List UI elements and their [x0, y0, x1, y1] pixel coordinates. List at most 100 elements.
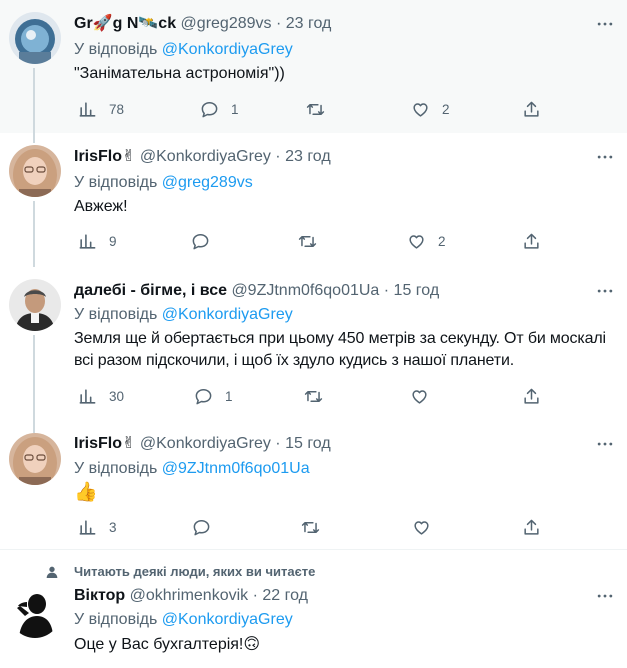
- avatar[interactable]: [9, 279, 61, 331]
- thread-line: [33, 201, 35, 267]
- like-button[interactable]: 2: [411, 98, 450, 120]
- reply-icon: [191, 232, 210, 251]
- like-count: 2: [438, 233, 446, 249]
- action-bar: 9 2: [74, 230, 554, 252]
- like-icon: [410, 387, 429, 406]
- author-name[interactable]: IrisFlo✌: [74, 435, 135, 452]
- timestamp[interactable]: 23 год: [286, 15, 332, 32]
- author-handle[interactable]: @greg289vs: [181, 15, 272, 32]
- author-name[interactable]: Gr🚀g N🛰️ck: [74, 15, 176, 32]
- reply-context: У відповідь @KonkordiyaGrey: [74, 305, 293, 325]
- author-handle[interactable]: @9ZJtnm0f6qo01Ua: [231, 282, 379, 299]
- author-name[interactable]: IrisFlo✌: [74, 148, 135, 165]
- separator: ·: [275, 148, 281, 165]
- tweet-header: далебі - бігме, і все @9ZJtnm0f6qo01Ua ·…: [74, 281, 439, 301]
- avatar[interactable]: [9, 145, 61, 197]
- author-handle[interactable]: @KonkordiyaGrey: [140, 435, 271, 452]
- reply-context: У відповідь @greg289vs: [74, 173, 253, 193]
- reply-context: У відповідь @KonkordiyaGrey: [74, 610, 293, 630]
- retweet-button[interactable]: [298, 230, 329, 252]
- reply-mention-link[interactable]: @9ZJtnm0f6qo01Ua: [162, 460, 310, 477]
- reply-button[interactable]: 1: [200, 98, 239, 120]
- timestamp[interactable]: 15 год: [285, 435, 331, 452]
- share-icon: [522, 100, 541, 119]
- retweet-icon: [301, 518, 320, 537]
- reply-mention-link[interactable]: @greg289vs: [162, 174, 253, 191]
- views-icon: [78, 387, 97, 406]
- reply-button[interactable]: 1: [194, 385, 233, 407]
- tweet-header: IrisFlo✌ @KonkordiyaGrey · 23 год: [74, 147, 331, 167]
- views-count: 30: [109, 388, 125, 404]
- like-icon: [411, 100, 430, 119]
- separator: ·: [275, 435, 281, 452]
- share-button[interactable]: [522, 98, 541, 120]
- avatar[interactable]: [9, 586, 61, 638]
- views-icon: [78, 100, 97, 119]
- timestamp[interactable]: 23 год: [285, 148, 331, 165]
- tweet-text: Земля ще й обертається при цьому 450 мет…: [74, 330, 606, 369]
- thread-line: [33, 133, 35, 143]
- share-button[interactable]: [522, 385, 541, 407]
- tweet-header: IrisFlo✌ @KonkordiyaGrey · 15 год: [74, 434, 331, 454]
- more-icon[interactable]: [595, 14, 615, 34]
- tweet[interactable]: Gr🚀g N🛰️ck @greg289vs · 23 год У відпові…: [0, 0, 627, 133]
- views-button[interactable]: 9: [78, 230, 117, 252]
- author-name[interactable]: далебі - бігме, і все: [74, 282, 227, 299]
- views-icon: [78, 232, 97, 251]
- like-button[interactable]: 2: [407, 230, 446, 252]
- retweet-button[interactable]: [306, 98, 337, 120]
- reply-mention-link[interactable]: @KonkordiyaGrey: [162, 41, 293, 58]
- reply-label: У відповідь: [74, 41, 158, 58]
- retweet-button[interactable]: [301, 516, 332, 538]
- more-icon[interactable]: [595, 586, 615, 606]
- separator: ·: [275, 15, 282, 32]
- timestamp[interactable]: 22 год: [262, 587, 308, 604]
- reply-context: У відповідь @KonkordiyaGrey: [74, 40, 293, 60]
- tweet-text: "Занімательна астрономія")): [74, 65, 285, 82]
- retweet-icon: [298, 232, 317, 251]
- share-icon: [522, 518, 541, 537]
- separator: ·: [252, 587, 258, 604]
- tweet-text: 👍: [74, 482, 98, 503]
- avatar[interactable]: [9, 433, 61, 485]
- like-button[interactable]: [412, 516, 443, 538]
- tweet-header: Віктор @okhrimenkovik · 22 год: [74, 586, 308, 606]
- tweet[interactable]: Читають деякі люди, яких ви читаєте Вікт…: [0, 550, 627, 668]
- retweet-icon: [306, 100, 325, 119]
- action-bar: 30 1: [74, 385, 554, 407]
- like-button[interactable]: [410, 385, 441, 407]
- reply-mention-link[interactable]: @KonkordiyaGrey: [162, 306, 293, 323]
- reply-icon: [192, 518, 211, 537]
- reply-count: 1: [225, 388, 233, 404]
- timestamp[interactable]: 15 год: [394, 282, 440, 299]
- avatar[interactable]: [9, 12, 61, 64]
- author-name[interactable]: Віктор: [74, 587, 125, 604]
- share-button[interactable]: [522, 516, 541, 538]
- retweet-button[interactable]: [304, 385, 335, 407]
- tweet-text: Оце у Вас бухгалтерія!🙃: [74, 636, 261, 653]
- reply-mention-link[interactable]: @KonkordiyaGrey: [162, 611, 293, 628]
- social-context[interactable]: Читають деякі люди, яких ви читаєте: [74, 564, 315, 579]
- thread-line: [33, 68, 35, 133]
- reply-button[interactable]: [192, 516, 223, 538]
- views-button[interactable]: 3: [78, 516, 117, 538]
- author-handle[interactable]: @okhrimenkovik: [130, 587, 249, 604]
- more-icon[interactable]: [595, 147, 615, 167]
- views-button[interactable]: 30: [78, 385, 124, 407]
- reply-label: У відповідь: [74, 611, 158, 628]
- author-handle[interactable]: @KonkordiyaGrey: [140, 148, 271, 165]
- more-icon[interactable]: [595, 434, 615, 454]
- views-button[interactable]: 78: [78, 98, 124, 120]
- views-icon: [78, 518, 97, 537]
- reply-count: 1: [231, 101, 239, 117]
- views-count: 9: [109, 233, 117, 249]
- reply-button[interactable]: [191, 230, 222, 252]
- tweet[interactable]: IrisFlo✌ @KonkordiyaGrey · 23 год У відп…: [0, 133, 627, 267]
- share-button[interactable]: [522, 230, 541, 252]
- tweet[interactable]: IrisFlo✌ @KonkordiyaGrey · 15 год У відп…: [0, 425, 627, 547]
- person-icon: [46, 566, 58, 578]
- more-icon[interactable]: [595, 281, 615, 301]
- tweet[interactable]: далебі - бігме, і все @9ZJtnm0f6qo01Ua ·…: [0, 267, 627, 425]
- thread-line: [33, 425, 35, 433]
- like-icon: [412, 518, 431, 537]
